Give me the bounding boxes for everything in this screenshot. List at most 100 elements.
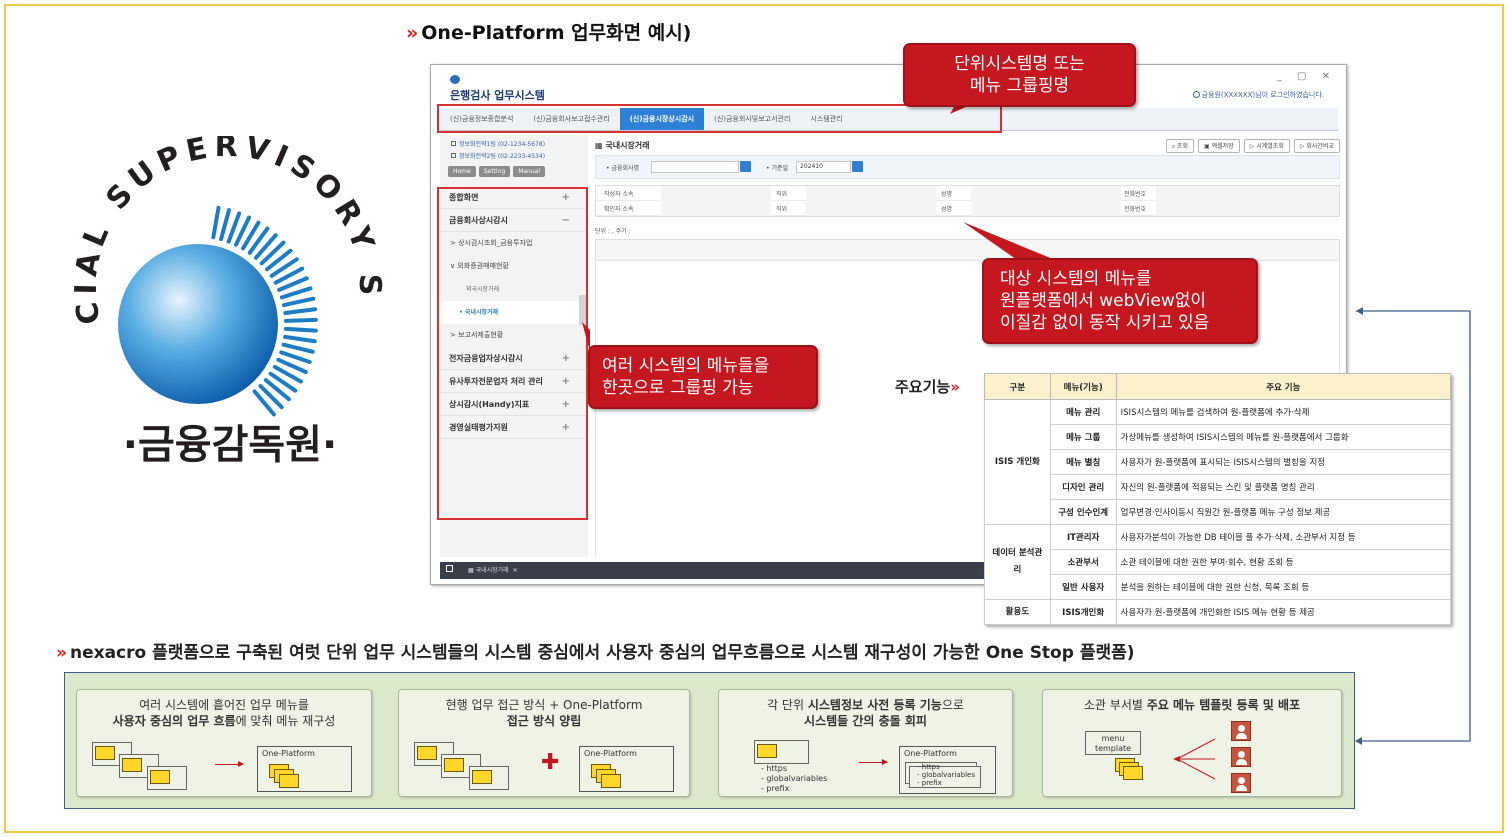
logo-korean-name: ·금융감독원· [123, 422, 337, 468]
app-title: 은행검사 업무시스템 [450, 75, 545, 103]
functions-header: 메뉴(기능) [1049, 372, 1117, 401]
tab-highlight [437, 104, 1002, 133]
user-icon [1231, 773, 1251, 793]
sidebar-buttons: Home Setting Manual [440, 163, 588, 180]
home-button[interactable]: Home [448, 166, 476, 177]
functions-menu: 메뉴 별칭 [1049, 449, 1117, 476]
callout-system-name: 단위시스템명 또는 메뉴 그룹핑명 [903, 43, 1136, 107]
unit-text: 단위 : , 주기 : [595, 228, 631, 235]
company-search-button[interactable] [740, 161, 751, 172]
window-controls[interactable]: _ ▢ ✕ [1277, 71, 1336, 82]
logo-globe [118, 244, 278, 404]
functions-menu: 디자인 관리 [1049, 474, 1117, 501]
functions-menu: 구성 인수인계 [1049, 499, 1117, 526]
info-label: 직위 [776, 191, 788, 198]
login-status: 금융원(XXXXXX)님이 로그인하였습니다. [1192, 90, 1324, 100]
table-row: ISIS 개인화 메뉴 관리 ISIS시스템의 메뉴를 검색하여 원-플랫폼에 추가… [984, 399, 1452, 526]
prereg-list: - https - globalvariables - prefix [761, 764, 828, 793]
excel-icon: ▣ [1204, 143, 1212, 150]
functions-menu: ISIS개인화 [1049, 599, 1117, 625]
functions-group: 활용도 [984, 599, 1051, 625]
info-label: 전화번호 [1124, 191, 1147, 198]
phone-line-2: 정보화전략2팀 (02-2233-4534) [440, 151, 588, 163]
distribute-arrows [1173, 738, 1216, 780]
table-row: 디자인 관리 자신의 원-플랫폼에 적용되는 스킨 및 플랫폼 명칭 관리 [985, 474, 1452, 501]
feature-card-2: 현행 업무 접근 방식 + One-Platform 접근 방식 양립 ✚ One… [398, 689, 690, 797]
functions-desc: 사용자가 원-플랫폼에 표시되는 ISIS시스템의 별칭을 지정 [1115, 449, 1452, 476]
info-label: 성명 [941, 206, 953, 213]
menu-highlight [437, 187, 588, 520]
date-label: • 기준일 [766, 165, 789, 172]
table-row: 메뉴 별칭 사용자가 원-플랫폼에 표시되는 ISIS시스템의 별칭을 지정 [985, 449, 1452, 476]
company-label: • 금융회사명 [606, 165, 640, 172]
action-button-2[interactable]: ▣ 엑셀저장 [1198, 139, 1240, 153]
user-icon [1231, 747, 1251, 767]
callout-webview: 대상 시스템의 메뉴를 원플랫폼에서 webView없이 이질감 없이 동작 시키고… [982, 258, 1258, 344]
functions-menu: 메뉴 그룹 [1049, 424, 1117, 451]
fss-logo: FINANCIAL SUPERVISORY SERVICE ·금융감독원· [58, 136, 381, 468]
phone-line-1: 정보화전략1팀 (02-1234-5678) [440, 139, 588, 151]
functions-header: 구분 [984, 372, 1051, 401]
company-input[interactable] [651, 161, 739, 173]
search-bar: • 금융회사명 • 기준일 202410 [595, 155, 1340, 179]
functions-label: 주요기능» [895, 378, 960, 396]
functions-menu: 일반 사용자 [1049, 574, 1117, 600]
functions-desc: 사용자가분석이 가능한 DB 테이블 풀 추가·삭제, 소관부서 지정 등 [1115, 524, 1452, 551]
menu-template-box: menu template [1085, 731, 1141, 755]
user-icon [1231, 721, 1251, 741]
callout-grouping: 여러 시스템의 메뉴들을 한곳으로 그룹핑 가능 [588, 345, 818, 409]
info-row: 작성자 소속 직위 성명 전화번호 [596, 186, 1339, 201]
functions-group: ISIS 개인화 [984, 399, 1051, 526]
info-grid: 작성자 소속 직위 성명 전화번호 확인자 소속 직위 성명 전화번호 [595, 185, 1340, 217]
table-row: 데이터 분석관리 IT관리자 사용자가분석이 가능한 DB 테이블 풀 추가·삭제,… [984, 524, 1452, 600]
functions-menu: 메뉴 관리 [1049, 399, 1117, 426]
info-label: 성명 [941, 191, 953, 198]
feature-panel: 여러 시스템에 흩어진 업무 메뉴를 사용자 중심의 업무 흐름에 맞춰 메뉴 재… [64, 672, 1355, 809]
summary-heading: » nexacro 플랫폼으로 구축된 여럿 단위 업무 시스템들의 시스템 중심… [56, 643, 1135, 663]
functions-desc: 사용자가 원-플랫폼에 개인화한 ISIS 메뉴 현황 등 제공 [1115, 599, 1452, 625]
table-row: 활용도 ISIS개인화 사용자가 원-플랫폼에 개인화한 ISIS 메뉴 현황 등 … [984, 599, 1452, 625]
open-tab[interactable]: ▦ 국내시장거래 ✕ [468, 565, 518, 574]
phone-icon [451, 153, 456, 158]
feature-card-3: 각 단위 시스템정보 사전 등록 기능으로 시스템들 간의 충돌 회피 - htt… [718, 689, 1013, 797]
info-label: 확인자 소속 [604, 206, 634, 213]
info-label: 전화번호 [1124, 206, 1147, 213]
functions-desc: 분석을 원하는 테이블에 대한 권한 신청, 목록 조회 등 [1115, 574, 1452, 600]
functions-desc: 업무변경·인사이동시 직원간 원-플랫폼 메뉴 구성 정보 제공 [1115, 499, 1452, 526]
functions-desc: 소관 테이블에 대한 권한 부여·회수, 현황 조회 등 [1115, 549, 1452, 576]
feature-card-4: 소관 부서별 주요 메뉴 템플릿 등록 및 배포 menu template [1042, 689, 1342, 797]
table-row: 소관부서 소관 테이블에 대한 권한 부여·회수, 현황 조회 등 [985, 549, 1452, 576]
page-title: ▦ 국내시장거래 [595, 141, 650, 150]
functions-table: 구분 메뉴(기능) 주요 기능 ISIS 개인화 메뉴 관리 ISIS시스템의 메뉴를 검… [984, 372, 1452, 625]
functions-desc: ISIS시스템의 메뉴를 검색하여 원-플랫폼에 추가·삭제 [1115, 399, 1452, 426]
functions-group: 데이터 분석관리 [984, 524, 1051, 600]
table-row: 구성 인수인계 업무변경·인사이동시 직원간 원-플랫폼 메뉴 구성 정보 제공 [985, 499, 1452, 526]
setting-button[interactable]: Setting [478, 166, 511, 177]
flow-arrow [859, 759, 888, 765]
home-icon[interactable] [446, 565, 453, 572]
info-label: 작성자 소속 [604, 191, 634, 198]
table-row: 일반 사용자 분석을 원하는 테이블에 대한 권한 신청, 목록 조회 등 [985, 574, 1452, 600]
user-icon [1192, 91, 1200, 98]
plus-icon: ✚ [541, 750, 560, 775]
tabs-background [998, 108, 1338, 131]
functions-header: 주요 기능 [1115, 372, 1452, 401]
action-button-1[interactable]: ⌕ 조회 [1165, 139, 1195, 153]
functions-menu: IT관리자 [1049, 524, 1117, 551]
feature-card-1: 여러 시스템에 흩어진 업무 메뉴를 사용자 중심의 업무 흐름에 맞춰 메뉴 재… [76, 689, 372, 797]
table-row: 메뉴 그룹 가상메뉴를 생성하여 ISIS시스템의 메뉴를 원-플랫폼에서 그룹화 [985, 424, 1452, 451]
inner-list: - https - globalvariables - prefix [917, 763, 975, 787]
manual-button[interactable]: Manual [513, 166, 546, 177]
date-input[interactable]: 202410 [796, 161, 851, 173]
functions-desc: 가상메뉴를 생성하여 ISIS시스템의 메뉴를 원-플랫폼에서 그룹화 [1115, 424, 1452, 451]
action-button-3[interactable]: ▷ 시계열조회 [1243, 139, 1290, 153]
functions-desc: 자신의 원-플랫폼에 적용되는 스킨 및 플랫폼 명칭 관리 [1115, 474, 1452, 501]
phone-icon [451, 141, 456, 146]
info-row: 확인자 소속 직위 성명 전화번호 [596, 201, 1339, 216]
date-search-button[interactable] [852, 161, 863, 172]
flow-arrow [215, 761, 244, 767]
action-buttons: ⌕ 조회 ▣ 엑셀저장 ▷ 시계열조회 ▷ 회사간비교 [1165, 139, 1340, 153]
action-button-4[interactable]: ▷ 회사간비교 [1293, 139, 1340, 153]
info-label: 직위 [776, 206, 788, 213]
functions-menu: 소관부서 [1049, 549, 1117, 576]
